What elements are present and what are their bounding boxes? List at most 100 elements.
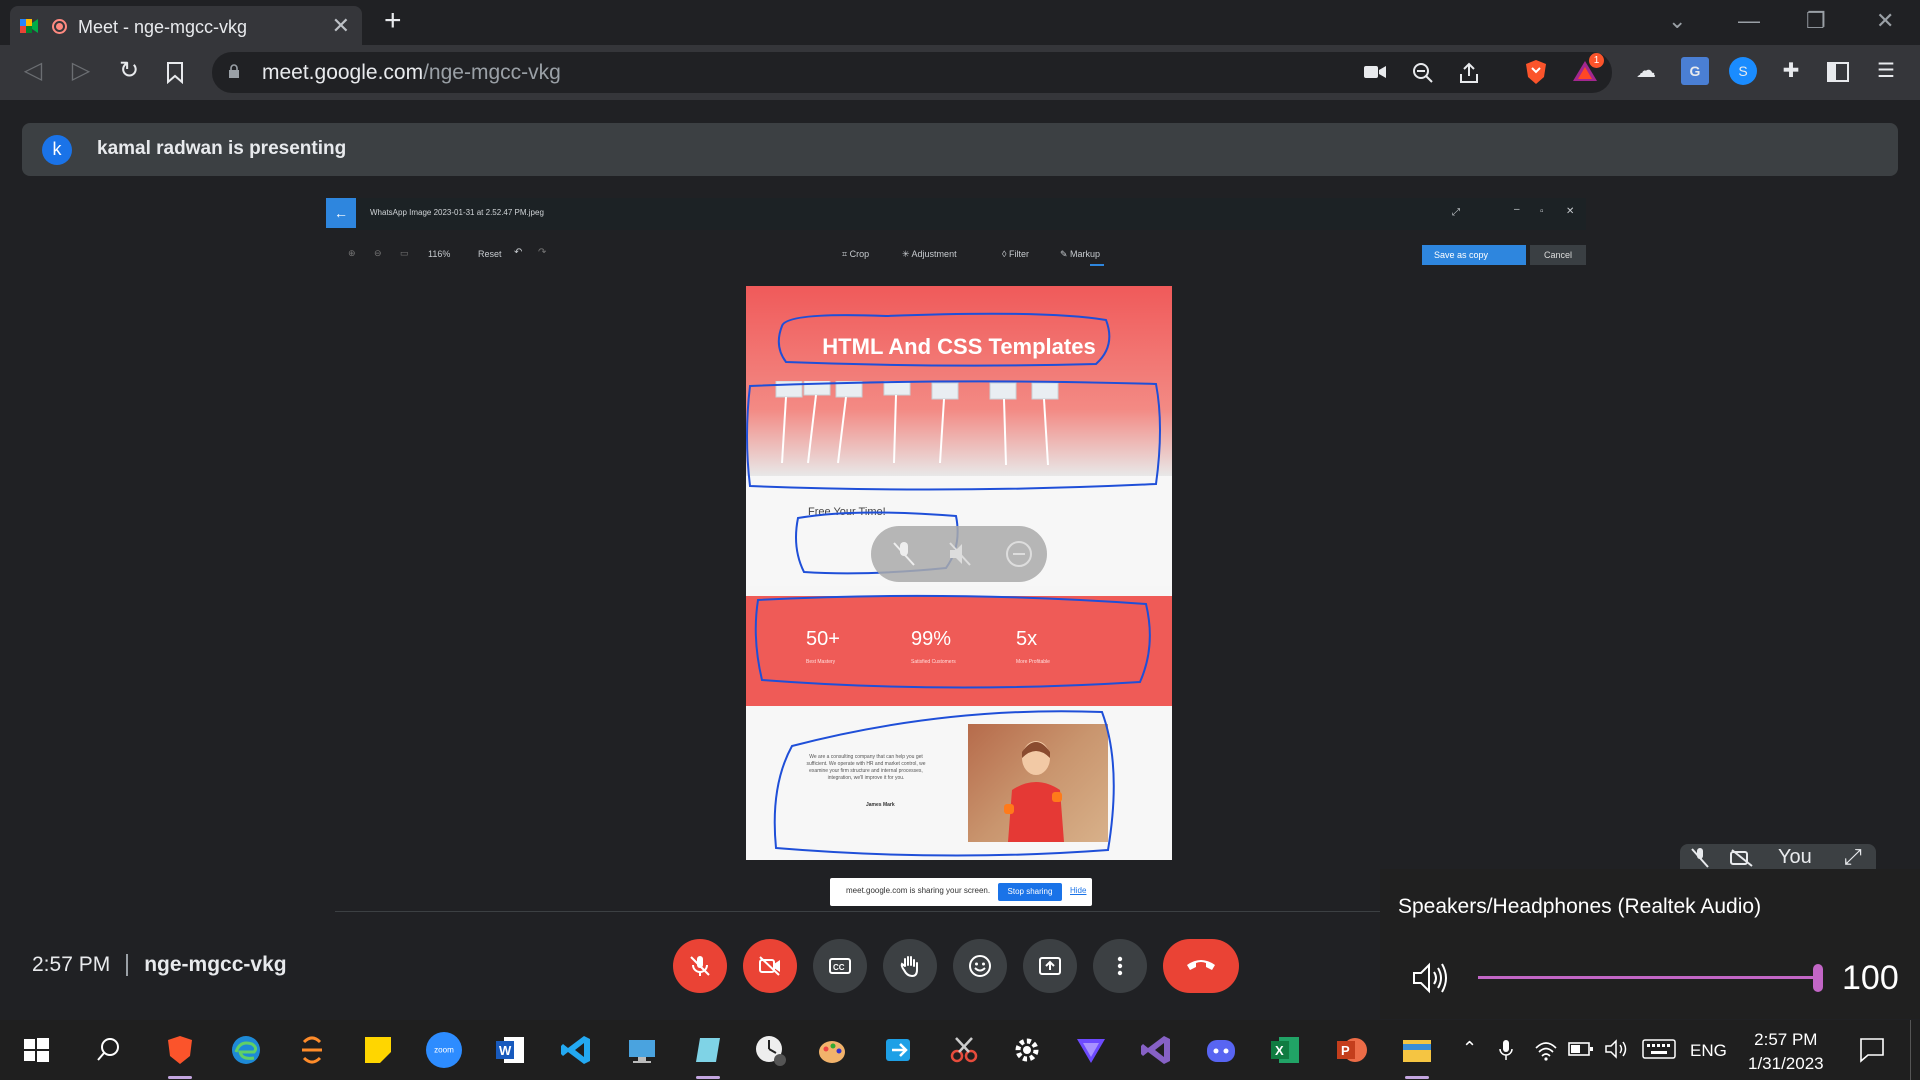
shazam-icon[interactable]: S	[1729, 57, 1757, 85]
cloud-extension-icon[interactable]: ☁	[1632, 57, 1660, 85]
taskbar-clock[interactable]: 2:57 PM 1/31/2023	[1748, 1028, 1824, 1076]
wifi-tray-icon[interactable]	[1534, 1038, 1558, 1062]
hide-link: Hide	[1070, 886, 1087, 895]
more-options-button[interactable]	[1093, 939, 1147, 993]
reactions-button[interactable]	[953, 939, 1007, 993]
reset-label: Reset	[478, 249, 502, 259]
shared-control-overlay	[871, 526, 1047, 582]
remote-desktop-icon[interactable]	[622, 1030, 662, 1070]
microphone-tray-icon[interactable]	[1498, 1038, 1514, 1062]
restore-window-button[interactable]: ❐	[1806, 8, 1826, 34]
more-vert-icon	[1117, 956, 1123, 976]
info-separator	[126, 954, 129, 977]
vscode-icon[interactable]	[556, 1030, 596, 1070]
send-app-icon[interactable]	[878, 1030, 918, 1070]
google-meet-icon	[20, 19, 38, 33]
brave-shields-icon[interactable]	[1524, 59, 1548, 85]
clock-app-icon[interactable]	[750, 1030, 790, 1070]
save-as-copy-button: Save as copy	[1422, 245, 1526, 265]
photos-restore-icon: ▫	[1540, 206, 1544, 217]
windows-taskbar: zoom W X P ⌃ ENG 2:57 PM 1/31/2023	[0, 1020, 1920, 1080]
zoom-app-icon[interactable]: zoom	[426, 1032, 462, 1068]
settings-gear-icon[interactable]	[1007, 1030, 1047, 1070]
crop-label: Crop	[849, 249, 870, 259]
crop-tool: ⌗ Crop	[842, 249, 870, 259]
address-bar[interactable]: meet.google.com/nge-mgcc-vkg	[212, 52, 1612, 93]
self-mic-off-icon	[1691, 848, 1709, 868]
brave-browser-icon[interactable]	[160, 1030, 200, 1079]
sidebar-toggle-icon[interactable]	[1827, 62, 1849, 82]
photos-titlebar: ← WhatsApp Image 2023-01-31 at 2.52.47 P…	[326, 198, 1586, 230]
zoom-in-icon: ⊕	[348, 248, 356, 258]
sharing-notice-text: meet.google.com is sharing your screen.	[846, 886, 991, 895]
speaker-volume-icon[interactable]	[1412, 961, 1452, 995]
input-language[interactable]: ENG	[1690, 1041, 1727, 1061]
browser-tab-meet[interactable]: Meet - nge-mgcc-vkg ✕	[10, 6, 362, 45]
hang-up-icon	[1187, 960, 1215, 970]
proton-vpn-icon[interactable]	[1071, 1030, 1111, 1070]
mic-off-small-icon	[893, 542, 915, 566]
audio-device-name[interactable]: Speakers/Headphones (Realtek Audio)	[1398, 895, 1761, 919]
main-menu-icon[interactable]: ☰	[1872, 57, 1900, 85]
battery-tray-icon[interactable]	[1568, 1040, 1594, 1058]
powerpoint-icon[interactable]: P	[1331, 1030, 1371, 1070]
microphone-toggle-button[interactable]	[673, 939, 727, 993]
extensions-puzzle-icon[interactable]: ✚	[1777, 57, 1805, 85]
snipping-tool-icon[interactable]	[944, 1030, 984, 1070]
paint-app-icon[interactable]	[812, 1030, 852, 1070]
tab-close-icon[interactable]: ✕	[332, 13, 350, 39]
present-screen-button[interactable]	[1023, 939, 1077, 993]
word-icon[interactable]: W	[490, 1030, 530, 1070]
cancel-button: Cancel	[1530, 245, 1586, 265]
windows-start-icon[interactable]	[16, 1030, 56, 1070]
self-camera-off-icon	[1730, 849, 1753, 867]
notepad-app-icon[interactable]	[688, 1030, 728, 1079]
svg-text:W: W	[499, 1043, 512, 1058]
volume-slider-track[interactable]	[1478, 976, 1816, 979]
expand-self-view-icon[interactable]: ⤢	[1844, 844, 1862, 870]
fit-icon: ▭	[400, 248, 409, 258]
share-icon[interactable]	[1458, 62, 1480, 84]
camera-in-use-icon[interactable]	[1364, 64, 1386, 80]
tab-search-chevron-icon[interactable]: ⌄	[1668, 8, 1686, 34]
volume-slider-thumb[interactable]	[1813, 964, 1823, 992]
forward-button[interactable]: ▷	[66, 56, 96, 86]
touch-keyboard-icon[interactable]	[1642, 1038, 1676, 1060]
captions-button[interactable]: CC	[813, 939, 867, 993]
visual-studio-icon[interactable]	[1136, 1030, 1176, 1070]
excel-icon[interactable]: X	[1265, 1030, 1305, 1070]
zoom-out-icon[interactable]	[1412, 62, 1434, 84]
back-button[interactable]: ◁	[18, 56, 48, 86]
search-icon[interactable]	[88, 1030, 128, 1070]
notifications-icon[interactable]	[1858, 1036, 1886, 1064]
file-explorer-icon[interactable]	[1397, 1030, 1437, 1079]
zoom-out-small-icon: ⊖	[374, 248, 382, 258]
show-hidden-icons-chevron[interactable]: ⌃	[1462, 1038, 1477, 1059]
google-translate-icon[interactable]: G	[1681, 57, 1709, 85]
camera-off-icon	[759, 956, 780, 976]
leave-call-button[interactable]	[1163, 939, 1239, 993]
markup-active-indicator	[1090, 264, 1104, 266]
volume-tray-icon[interactable]	[1604, 1038, 1630, 1060]
url-text: meet.google.com/nge-mgcc-vkg	[262, 61, 561, 85]
markup-label: Markup	[1070, 249, 1101, 259]
bookmark-icon[interactable]	[166, 62, 184, 84]
new-tab-button[interactable]: +	[384, 4, 402, 38]
hand-icon	[900, 956, 918, 978]
brave-rewards-icon[interactable]: 1	[1572, 53, 1604, 85]
raise-hand-button[interactable]	[883, 939, 937, 993]
reload-button[interactable]: ↻	[114, 56, 144, 86]
svg-text:CC: CC	[833, 963, 845, 972]
sublime-text-icon[interactable]	[292, 1030, 332, 1070]
show-desktop-button[interactable]	[1910, 1020, 1911, 1080]
camera-toggle-button[interactable]	[743, 939, 797, 993]
photos-close-icon: ✕	[1566, 206, 1575, 217]
svg-text:P: P	[1341, 1043, 1350, 1058]
close-window-button[interactable]: ✕	[1876, 8, 1894, 34]
self-view-tile[interactable]: You ⤢	[1680, 844, 1876, 870]
edge-icon[interactable]	[226, 1030, 266, 1070]
sticky-notes-icon[interactable]	[358, 1030, 398, 1070]
undo-icon: ↶	[514, 247, 523, 258]
minimize-window-button[interactable]: —	[1738, 8, 1760, 34]
discord-icon[interactable]	[1201, 1030, 1241, 1070]
